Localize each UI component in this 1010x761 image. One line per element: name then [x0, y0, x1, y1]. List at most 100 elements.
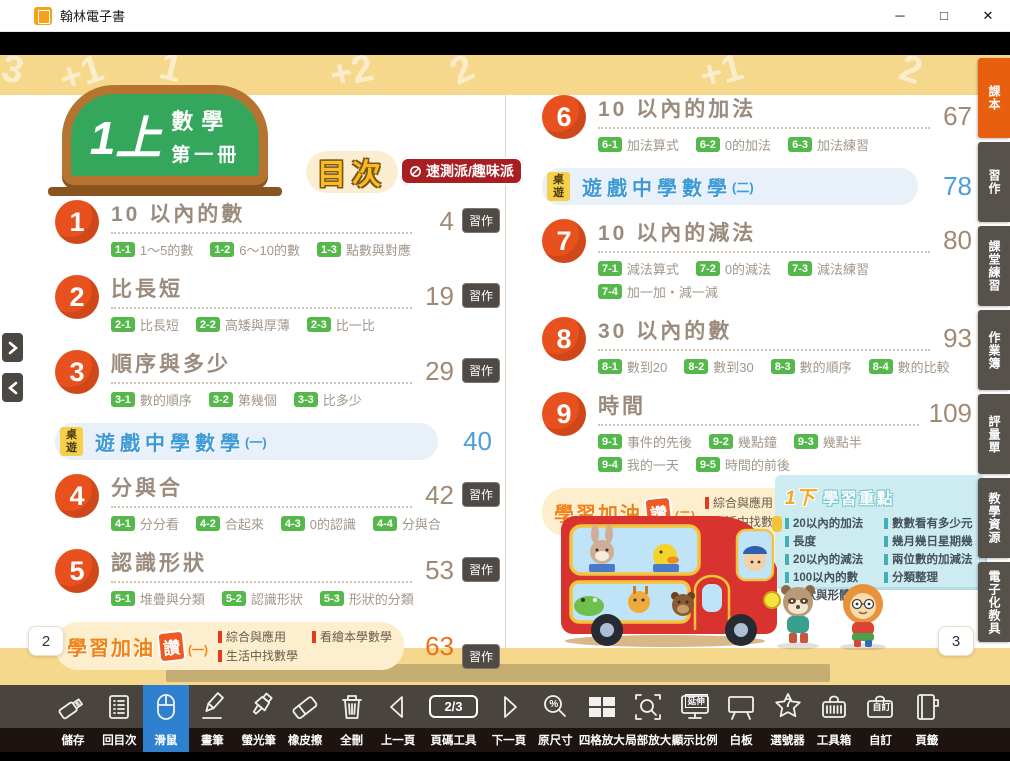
section-item[interactable]: 7-4 加一加・減一減 [598, 282, 718, 301]
sidebar-tab-label: 電子化教具 [988, 570, 1000, 635]
section-item[interactable]: 3-2 第幾個 [209, 390, 277, 409]
section-code-badge: 7-2 [696, 261, 720, 276]
section-item[interactable]: 9-3 幾點半 [794, 432, 862, 451]
boardgame-page-number[interactable]: 40 [454, 426, 492, 457]
sidebar-tab-課堂練習[interactable]: 課堂練習 [978, 226, 1010, 306]
toolbar-eraser-tool-button[interactable]: 橡皮擦 [282, 685, 328, 752]
chapter-page-number[interactable]: 93 [940, 325, 972, 351]
quick-test-link-button[interactable]: 速測派/趣味派 [400, 157, 523, 185]
section-item[interactable]: 2-3 比一比 [307, 315, 375, 334]
highlight-item: 長度 [785, 533, 876, 549]
chapter-link[interactable]: 10 以內的數 [111, 198, 412, 234]
section-item[interactable]: 5-3 形狀的分類 [320, 589, 414, 608]
section-item[interactable]: 4-1 分分看 [111, 514, 179, 533]
toolbar-highlighter-tool-button[interactable]: 螢光筆 [236, 685, 282, 752]
workbook-badge[interactable]: 習作 [462, 208, 500, 233]
workbook-badge[interactable]: 習作 [462, 283, 500, 308]
sidebar-tab-課本[interactable]: 課本 [978, 58, 1010, 138]
section-item[interactable]: 7-1 減法算式 [598, 259, 679, 278]
boardgame-link[interactable]: 桌遊 遊戲中學數學 (二) [542, 168, 918, 205]
workbook-badge[interactable]: 習作 [462, 358, 500, 383]
section-item[interactable]: 1-3 點數與對應 [317, 240, 411, 259]
toolbar-save-button[interactable]: 儲存 [50, 685, 96, 752]
toolbar-custom-button[interactable]: 自訂 自訂 [857, 685, 903, 752]
workbook-badge[interactable]: 習作 [462, 644, 500, 669]
sidebar-tab-作業簿[interactable]: 作業簿 [978, 310, 1010, 390]
study-boost-link[interactable]: 學習加油 讚 (一) 綜合與應用看繪本學數學生活中找數學 [55, 622, 404, 670]
chapter-page-number[interactable]: 80 [940, 227, 972, 253]
toolbar-next-page-button[interactable]: 下一頁 [486, 685, 532, 752]
toolbar-page-tabs-button[interactable]: 頁籤 [904, 685, 950, 752]
section-item[interactable]: 5-1 堆疊與分類 [111, 589, 205, 608]
study-boost-page-number[interactable]: 63 [416, 631, 454, 662]
section-item[interactable]: 8-1 數到20 [598, 357, 667, 376]
left-page-number-tab[interactable]: 2 [28, 626, 64, 656]
chapter-page-number[interactable]: 109 [929, 400, 972, 426]
section-item[interactable]: 4-3 0的認識 [281, 514, 356, 533]
toolbar-mouse-tool-button[interactable]: 滑鼠 [143, 685, 189, 752]
chapter-page-number[interactable]: 19 [422, 283, 454, 309]
section-item[interactable]: 9-2 幾點鐘 [709, 432, 777, 451]
chapter-page-number[interactable]: 4 [422, 208, 454, 234]
minimize-button[interactable]: ─ [878, 0, 922, 32]
sidebar-tab-教學資源[interactable]: 教學資源 [978, 478, 1010, 558]
chapter-page-number[interactable]: 42 [422, 482, 454, 508]
section-item[interactable]: 6-1 加法算式 [598, 135, 679, 154]
workbook-badge[interactable]: 習作 [462, 482, 500, 507]
section-item[interactable]: 6-3 加法練習 [788, 135, 869, 154]
toolbar-prev-page-button[interactable]: 上一頁 [375, 685, 421, 752]
section-item[interactable]: 1-1 1～5的數 [111, 240, 193, 259]
panel-expand-right-button[interactable] [2, 333, 23, 362]
toolbar-pen-tool-button[interactable]: 畫筆 [189, 685, 235, 752]
section-item[interactable]: 9-5 時間的前後 [696, 455, 790, 474]
section-item[interactable]: 2-1 比長短 [111, 315, 179, 334]
right-page-number-tab[interactable]: 3 [938, 626, 974, 656]
section-item[interactable]: 2-2 高矮與厚薄 [196, 315, 290, 334]
sidebar-tab-評量單[interactable]: 評量單 [978, 394, 1010, 474]
toolbar-number-picker-button[interactable]: 7 選號器 [765, 685, 811, 752]
section-item[interactable]: 3-1 數的順序 [111, 390, 192, 409]
toolbar-delete-all-button[interactable]: 全刪 [329, 685, 375, 752]
custom-toolbox-icon: 自訂 [863, 685, 897, 728]
section-item[interactable]: 1-2 6～10的數 [210, 240, 300, 259]
toolbar-original-size-button[interactable]: % 原尺寸 [532, 685, 578, 752]
toolbar-four-grid-zoom-button[interactable]: 四格放大 [579, 685, 625, 752]
section-item[interactable]: 8-3 數的順序 [771, 357, 852, 376]
toolbar-toolbox-button[interactable]: 工具箱 [811, 685, 857, 752]
chapter-page-number[interactable]: 29 [422, 358, 454, 384]
chapter-link[interactable]: 時間 [598, 390, 919, 426]
toolbar-whiteboard-button[interactable]: 白板 [718, 685, 764, 752]
section-item[interactable]: 8-4 數的比較 [869, 357, 950, 376]
chapter-link[interactable]: 比長短 [111, 273, 412, 309]
toolbar-page-number-tool[interactable]: 2/3 頁碼工具 [422, 685, 486, 752]
chapter-link[interactable]: 10 以內的加法 [598, 93, 930, 129]
section-item[interactable]: 9-4 我的一天 [598, 455, 679, 474]
chapter-link[interactable]: 順序與多少 [111, 348, 412, 384]
toolbar-area-zoom-button[interactable]: 局部放大 [625, 685, 671, 752]
chapter-page-number[interactable]: 67 [940, 103, 972, 129]
panel-collapse-left-button[interactable] [2, 373, 23, 402]
section-item[interactable]: 6-2 0的加法 [696, 135, 771, 154]
section-item[interactable]: 8-2 數到30 [684, 357, 753, 376]
toolbar-back-to-toc-button[interactable]: 回目次 [96, 685, 142, 752]
section-item[interactable]: 5-2 認識形狀 [222, 589, 303, 608]
sidebar-tab-電子化教具[interactable]: 電子化教具 [978, 562, 1010, 642]
workbook-badge[interactable]: 習作 [462, 557, 500, 582]
section-item[interactable]: 3-3 比多少 [294, 390, 362, 409]
chapter-link[interactable]: 認識形狀 [111, 547, 412, 583]
section-item[interactable]: 9-1 事件的先後 [598, 432, 692, 451]
chapter-link[interactable]: 30 以內的數 [598, 315, 930, 351]
section-item[interactable]: 4-4 分與合 [373, 514, 441, 533]
section-item[interactable]: 4-2 合起來 [196, 514, 264, 533]
section-item[interactable]: 7-2 0的減法 [696, 259, 771, 278]
chapter-link[interactable]: 10 以內的減法 [598, 217, 930, 253]
chapter-page-number[interactable]: 53 [422, 557, 454, 583]
section-item[interactable]: 7-3 減法練習 [788, 259, 869, 278]
close-button[interactable]: ✕ [966, 0, 1010, 32]
boardgame-link[interactable]: 桌遊 遊戲中學數學 (一) [55, 423, 438, 460]
sidebar-tab-習作[interactable]: 習作 [978, 142, 1010, 222]
toolbar-display-scale-button[interactable]: 延伸 顯示比例 [672, 685, 718, 752]
chapter-link[interactable]: 分與合 [111, 472, 412, 508]
maximize-button[interactable]: □ [922, 0, 966, 32]
boardgame-page-number[interactable]: 78 [934, 171, 972, 202]
